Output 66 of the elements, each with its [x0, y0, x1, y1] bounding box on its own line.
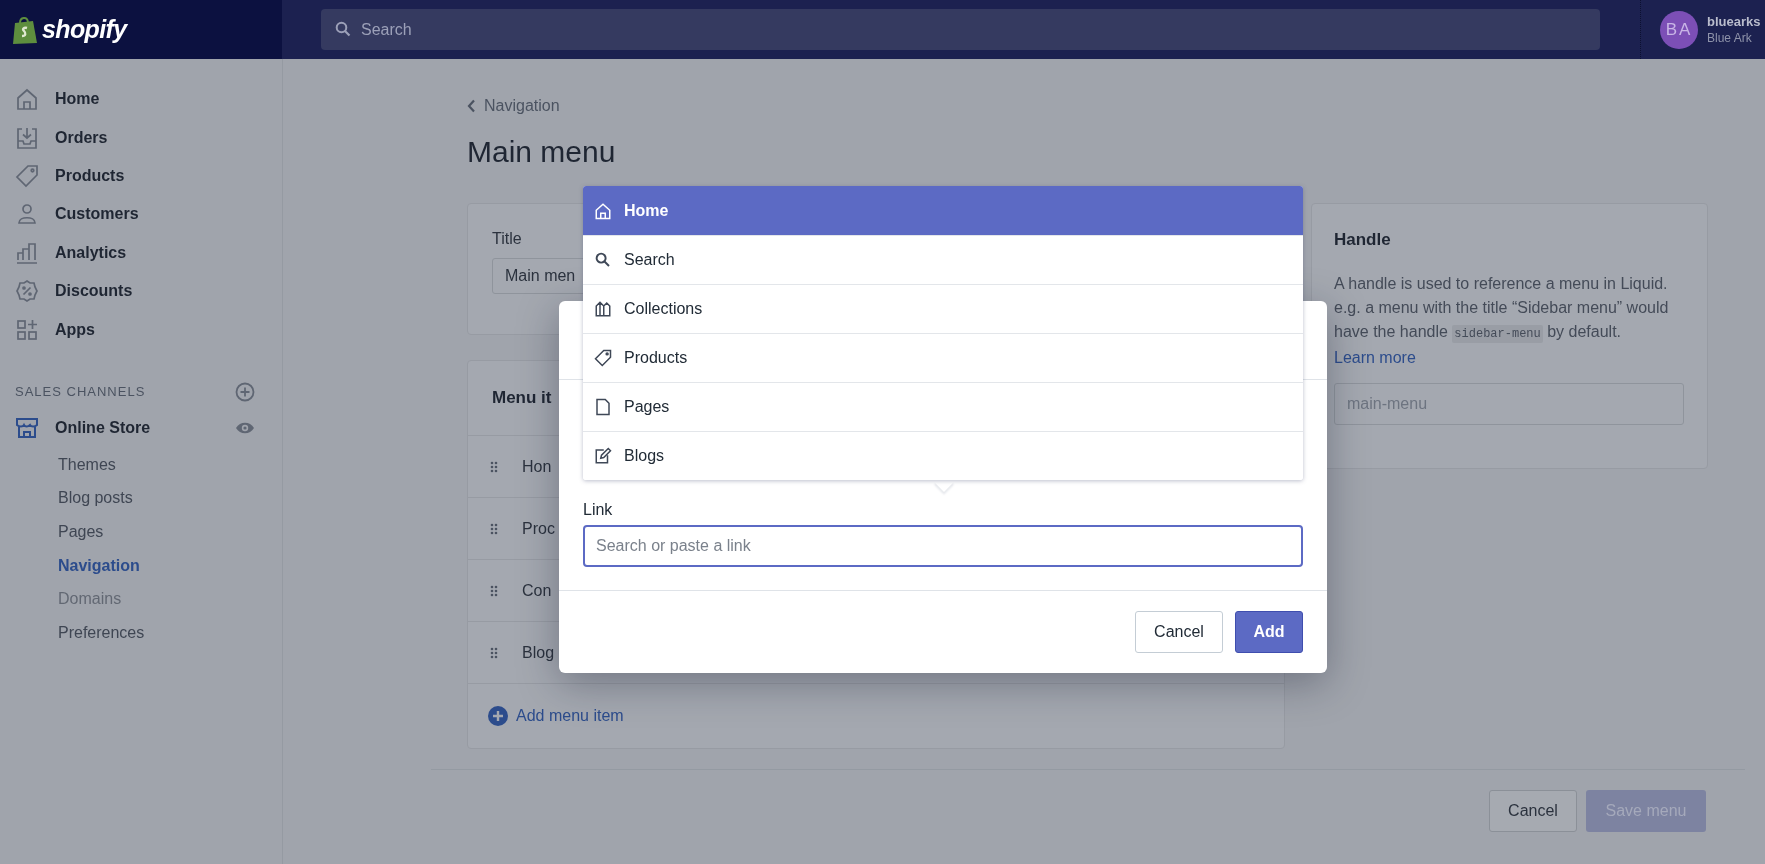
sidebar-item[interactable]: Customers: [0, 195, 282, 234]
dropdown-option[interactable]: Pages: [583, 382, 1303, 431]
dropdown-option[interactable]: Collections: [583, 284, 1303, 333]
card-heading: Menu it: [492, 387, 552, 410]
tag-icon: [15, 163, 39, 188]
chevron-left-icon: [467, 99, 476, 113]
search-icon: [335, 21, 351, 37]
page-icon: [594, 398, 612, 416]
search-icon: [594, 251, 612, 269]
percent-badge-icon: [15, 279, 39, 304]
dropdown-option[interactable]: Home: [583, 186, 1303, 235]
cancel-button[interactable]: Cancel: [1135, 611, 1223, 653]
add-circle-icon[interactable]: [235, 381, 255, 402]
pencil-square-icon: [594, 447, 612, 465]
sidebar-subitem[interactable]: Themes: [58, 452, 116, 477]
bar-chart-icon: [15, 240, 39, 265]
tag-icon: [594, 349, 612, 367]
sidebar-item[interactable]: Online Store: [15, 415, 151, 440]
menu-item-label: Con: [522, 580, 552, 601]
card-heading: Handle: [1334, 229, 1392, 251]
menu-item-label: Blog: [522, 642, 555, 663]
apps-grid-icon: [15, 317, 39, 342]
house-icon: [594, 201, 612, 220]
sidebar-subitem[interactable]: Pages: [58, 519, 104, 544]
house-icon: [15, 87, 39, 112]
inbox-download-icon: [15, 125, 39, 150]
drag-handle-icon: [490, 522, 498, 535]
add-circle-icon: [488, 706, 508, 726]
menu-item-label: Proc: [522, 518, 555, 539]
field-label: Link: [583, 500, 614, 520]
dropdown-option[interactable]: Products: [583, 333, 1303, 382]
handle-description: A handle is used to reference a menu in Liquid. e.g. a menu with the title “Sidebar menu” would have the handle sidebar-menu by default. Learn more: [1334, 274, 1670, 368]
page-title: Main menu: [467, 134, 617, 170]
sidebar-subitem[interactable]: Navigation: [58, 553, 140, 578]
sidebar-item[interactable]: Analytics: [0, 233, 282, 272]
shopping-bag-icon: [12, 14, 38, 45]
search-field[interactable]: Search: [321, 9, 1600, 50]
book-stack-icon: [594, 300, 612, 318]
link-field[interactable]: Search or paste a link: [583, 525, 1303, 567]
person-icon: [15, 202, 39, 227]
sidebar-item[interactable]: Home: [0, 80, 282, 119]
section-heading: SALES CHANNELS: [15, 383, 146, 401]
sidebar-item[interactable]: Products: [0, 156, 282, 196]
dropdown-option[interactable]: Search: [583, 235, 1303, 284]
menu-item-label: Hon: [522, 456, 552, 477]
sidebar-item[interactable]: Apps: [0, 310, 282, 349]
learn-more-link[interactable]: Learn more: [1334, 349, 1416, 366]
add-menu-item-link[interactable]: Add menu item: [488, 704, 624, 728]
drag-handle-icon: [490, 646, 498, 659]
account-name: bluearks: [1707, 13, 1761, 30]
dropdown-option[interactable]: Blogs: [583, 431, 1303, 480]
sidebar-subitem[interactable]: Preferences: [58, 621, 145, 645]
add-button[interactable]: Add: [1235, 611, 1303, 653]
store-name: Blue Ark: [1707, 29, 1753, 46]
sidebar-item[interactable]: Discounts: [0, 271, 282, 311]
back-link[interactable]: Navigation: [467, 94, 1765, 118]
drag-handle-icon: [490, 584, 498, 597]
logo-wordmark[interactable]: shopify: [42, 10, 127, 49]
field-label: Title: [492, 229, 522, 249]
avatar[interactable]: BA: [1660, 10, 1698, 49]
sidebar-subitem[interactable]: Blog posts: [58, 486, 133, 511]
eye-icon: [235, 420, 255, 435]
storefront-icon: [15, 415, 39, 440]
cancel-button[interactable]: Cancel: [1489, 790, 1577, 832]
drag-handle-icon: [490, 460, 498, 473]
sidebar-item[interactable]: Orders: [0, 118, 282, 157]
